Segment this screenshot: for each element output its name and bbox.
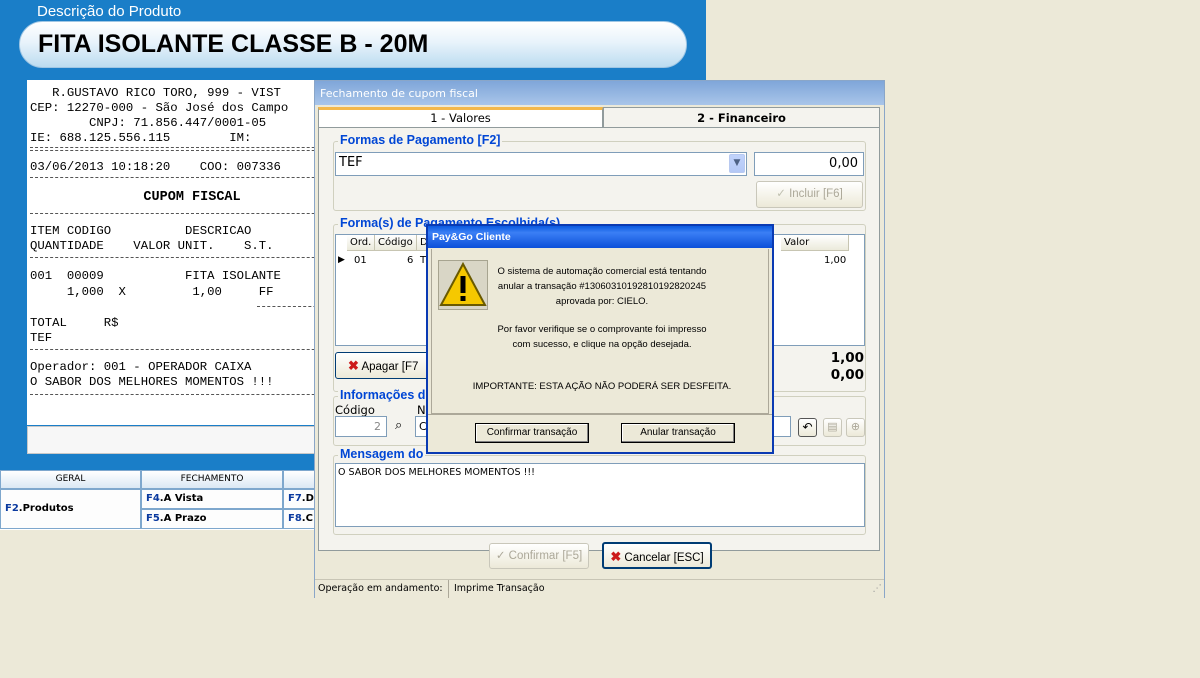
receipt-line: Operador: 001 - OPERADOR CAIXA: [30, 360, 252, 374]
fkey-key: F2: [5, 503, 19, 514]
forma-pagamento-value: TEF: [339, 155, 363, 170]
fkey-label: .D: [301, 493, 314, 504]
paygo-separator: [428, 414, 772, 415]
tab-financeiro[interactable]: 2 - Financeiro: [603, 107, 880, 127]
status-bar: Operação em andamento: Imprime Transação…: [315, 579, 884, 598]
total-restante: 0,00: [830, 367, 864, 383]
chevron-down-icon[interactable]: ▼: [729, 154, 745, 173]
receipt-title: CUPOM FISCAL: [30, 190, 241, 205]
receipt-line: 03/06/2013 10:18:20 COO: 007336: [30, 160, 281, 174]
receipt-line: QUANTIDADE VALOR UNIT. S.T.: [30, 239, 274, 253]
mensagem-textarea[interactable]: O SABOR DOS MELHORES MOMENTOS !!!: [335, 463, 865, 527]
fkey-produtos-button[interactable]: F2.Produtos: [0, 489, 141, 529]
fkey-label: .A Vista: [159, 493, 204, 504]
receipt-divider: [30, 394, 327, 395]
fkey-a-vista-button[interactable]: F4.A Vista: [141, 489, 283, 509]
fkey-header-geral: GERAL: [0, 470, 141, 489]
cancel-x-icon: ✖: [348, 358, 359, 373]
paygo-message-3: aprovada por: CIELO.: [555, 296, 649, 307]
fkey-label: .C: [301, 513, 313, 524]
anular-transacao-button[interactable]: Anular transação: [621, 423, 735, 443]
paygo-message-2: anular a transação #13060310192810192820…: [497, 281, 707, 292]
receipt-line: IE: 688.125.556.115 IM:: [30, 131, 252, 145]
incluir-label: Incluir [F6]: [789, 188, 843, 200]
forma-pagamento-select[interactable]: TEF ▼: [335, 152, 747, 176]
binoculars-icon[interactable]: ⌕: [395, 418, 402, 433]
fkey-a-prazo-button[interactable]: F5.A Prazo: [141, 509, 283, 529]
status-value: Imprime Transação: [454, 583, 545, 594]
confirmar-label: Confirmar [F5]: [508, 550, 583, 562]
grid-header-ord: Ord.: [347, 235, 375, 251]
receipt-divider: [30, 150, 327, 151]
product-caption: Descrição do Produto: [37, 3, 182, 20]
receipt-line: CEP: 12270-000 - São José dos Campo: [30, 101, 289, 115]
check-icon: ✓: [495, 550, 506, 562]
receipt-line: CNPJ: 71.856.447/0001-05: [30, 116, 267, 130]
receipt-divider: [30, 257, 327, 258]
paygo-warning-message: IMPORTANTE: ESTA AÇÃO NÃO PODERÁ SER DES…: [472, 381, 732, 392]
fkey-header-fechamento: FECHAMENTO: [141, 470, 283, 489]
fkey-key: F8: [288, 513, 302, 524]
receipt-line: O SABOR DOS MELHORES MOMENTOS !!!: [30, 375, 274, 389]
grid-cell-valor: 1,00: [824, 255, 847, 266]
fkey-key: F4: [146, 493, 160, 504]
pos-message-bar: [27, 426, 327, 454]
product-name-bar: FITA ISOLANTE CLASSE B - 20M: [19, 21, 687, 68]
cancel-x-icon: ✖: [610, 549, 622, 564]
fkey-key: F7: [288, 493, 302, 504]
apagar-label: Apagar [F7: [361, 361, 419, 373]
grid-cell-ord: 01: [354, 255, 367, 266]
warning-icon: [438, 260, 488, 310]
total-pago: 1,00: [830, 350, 864, 366]
fkey-label: .Produtos: [18, 503, 74, 514]
receipt-divider: [30, 177, 327, 178]
confirmar-transacao-button[interactable]: Confirmar transação: [475, 423, 589, 443]
document-icon[interactable]: ▤: [823, 418, 842, 437]
incluir-button[interactable]: ✓ Incluir [F6]: [756, 181, 863, 208]
paygo-message-5: com sucesso, e clique na opção desejada.: [512, 339, 692, 350]
informacoes-title: Informações d: [338, 388, 428, 402]
receipt-line: R.GUSTAVO RICO TORO, 999 - VIST: [30, 86, 281, 100]
cancelar-button[interactable]: ✖ Cancelar [ESC]: [602, 542, 712, 569]
codigo-label: Código: [335, 403, 375, 417]
paygo-message-1: O sistema de automação comercial está te…: [497, 266, 707, 277]
cancelar-label: Cancelar [ESC]: [624, 552, 704, 564]
paygo-title-bar: Pay&Go Cliente: [428, 226, 772, 248]
receipt-divider: [30, 349, 327, 350]
apagar-button[interactable]: ✖ Apagar [F7: [335, 352, 435, 379]
receipt-line: 001 00009 FITA ISOLANTE: [30, 269, 281, 283]
receipt-line: ITEM CODIGO DESCRICAO: [30, 224, 252, 238]
paygo-message-4: Por favor verifique se o comprovante foi…: [497, 324, 707, 335]
lock-icon[interactable]: ⊕: [846, 418, 865, 437]
fkey-label: .A Prazo: [159, 513, 207, 524]
receipt-divider: [30, 147, 327, 148]
resize-grip-icon[interactable]: ⋰: [873, 580, 883, 598]
status-label: Operação em andamento:: [318, 583, 443, 594]
grid-header-valor: Valor: [781, 235, 849, 251]
receipt-line: TOTAL R$: [30, 316, 119, 330]
function-key-panel: GERAL FECHAMENTO F2.Produtos F4.A Vista …: [0, 470, 323, 530]
paygo-body: O sistema de automação comercial está te…: [431, 249, 769, 414]
receipt-line: 1,000 X 1,00 FF: [30, 285, 274, 299]
grid-header-codigo: Código: [375, 235, 417, 251]
paygo-dialog: Pay&Go Cliente O sistema de automação co…: [426, 224, 774, 454]
fkey-key: F5: [146, 513, 160, 524]
receipt-preview: R.GUSTAVO RICO TORO, 999 - VIST CEP: 122…: [27, 80, 327, 425]
fechamento-title-bar: Fechamento de cupom fiscal: [315, 81, 884, 105]
valor-input[interactable]: 0,00: [754, 152, 864, 176]
totais: 1,00 0,00: [809, 350, 864, 384]
receipt-line: TEF: [30, 331, 53, 345]
grid-cell-codigo: 6: [407, 255, 414, 266]
check-icon: ✓: [776, 188, 786, 200]
receipt-divider: [30, 213, 327, 214]
confirmar-button[interactable]: ✓ Confirmar [F5]: [489, 543, 589, 569]
mensagem-title: Mensagem do: [338, 447, 426, 461]
row-pointer-icon: ▶: [338, 255, 345, 265]
undo-icon[interactable]: ↶: [798, 418, 817, 437]
formas-pagamento-title: Formas de Pagamento [F2]: [338, 133, 503, 147]
codigo-input[interactable]: 2: [335, 416, 387, 437]
tab-valores[interactable]: 1 - Valores: [318, 107, 603, 127]
product-name: FITA ISOLANTE CLASSE B - 20M: [38, 30, 429, 58]
nome-label: N: [417, 403, 426, 417]
